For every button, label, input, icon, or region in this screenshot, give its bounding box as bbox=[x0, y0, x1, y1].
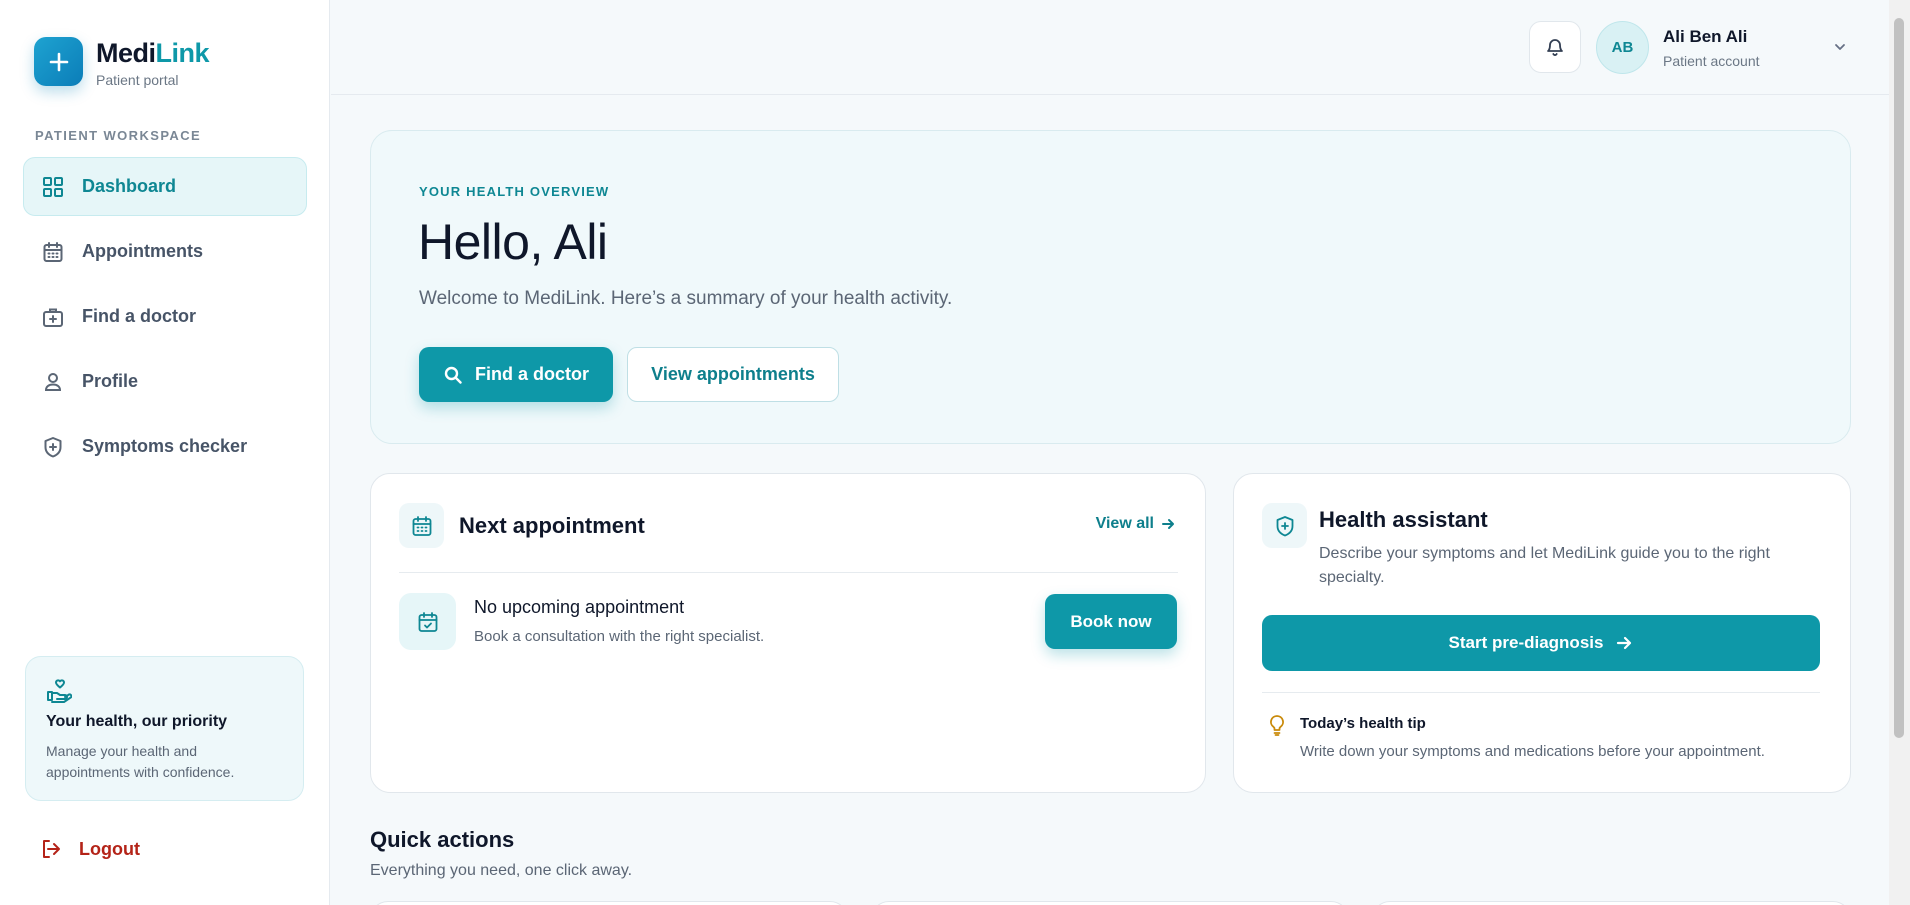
sidebar-item-label: Find a doctor bbox=[82, 306, 196, 326]
hero-eyebrow: YOUR HEALTH OVERVIEW bbox=[419, 184, 610, 199]
sidebar: MediLink Patient portal PATIENT WORKSPAC… bbox=[0, 0, 330, 905]
brand-name-part1: Medi bbox=[96, 38, 156, 68]
find-doctor-label: Find a doctor bbox=[475, 364, 589, 384]
book-now-button[interactable]: Book now bbox=[1045, 594, 1177, 649]
page-title: Hello, Ali bbox=[418, 214, 608, 270]
sidebar-item-label: Appointments bbox=[82, 241, 203, 261]
notifications-button[interactable] bbox=[1529, 21, 1581, 73]
arrow-right-icon bbox=[1617, 636, 1632, 650]
brand-name: MediLink bbox=[96, 38, 210, 68]
health-assistant-title: Health assistant bbox=[1319, 507, 1488, 532]
arrow-right-icon bbox=[1162, 519, 1174, 529]
brand-name-part2: Link bbox=[155, 38, 210, 68]
sidebar-item-label: Profile bbox=[82, 371, 139, 391]
health-assistant-card: Health assistant Describe your symptoms … bbox=[1233, 473, 1851, 793]
quick-action-card[interactable] bbox=[370, 901, 848, 905]
user-name: Ali Ben Ali bbox=[1663, 26, 1748, 46]
logout-label: Logout bbox=[79, 838, 140, 859]
search-icon bbox=[444, 366, 462, 384]
tip-text: Write down your symptoms and medications… bbox=[1300, 743, 1765, 760]
promo-text: Manage your health and appointments with… bbox=[46, 743, 235, 780]
avatar: AB bbox=[1596, 21, 1649, 74]
logout-icon bbox=[43, 840, 60, 858]
brand[interactable]: MediLink Patient portal bbox=[34, 37, 210, 88]
empty-state-text: Book a consultation with the right speci… bbox=[474, 628, 765, 645]
lightbulb-icon bbox=[1267, 714, 1287, 736]
chevron-down-icon[interactable] bbox=[1833, 40, 1847, 54]
view-all-link[interactable]: View all bbox=[1096, 515, 1176, 533]
brand-subtitle: Patient portal bbox=[96, 72, 179, 88]
divider bbox=[399, 572, 1178, 573]
next-appointment-title: Next appointment bbox=[459, 513, 645, 538]
sidebar-item-label: Dashboard bbox=[82, 176, 177, 196]
sidebar-item-profile[interactable]: Profile bbox=[23, 352, 307, 411]
tip-title: Today’s health tip bbox=[1300, 715, 1426, 732]
sidebar-nav: Dashboard Appointments Find a doctor Pro… bbox=[23, 157, 307, 482]
calendar-check-icon bbox=[399, 593, 456, 650]
medical-bag-icon bbox=[42, 306, 64, 328]
health-assistant-text: Describe your symptoms and let MediLink … bbox=[1319, 545, 1770, 586]
workspace-label: PATIENT WORKSPACE bbox=[35, 128, 202, 143]
hero-subtitle: Welcome to MediLink. Here’s a summary of… bbox=[419, 288, 953, 309]
sidebar-item-appointments[interactable]: Appointments bbox=[23, 222, 307, 281]
promo-title: Your health, our priority bbox=[46, 713, 228, 730]
next-appointment-card: Next appointment View all No upcoming ap… bbox=[370, 473, 1206, 793]
quick-action-card[interactable] bbox=[871, 901, 1349, 905]
calendar-icon bbox=[399, 503, 444, 548]
hero-card: YOUR HEALTH OVERVIEW Hello, Ali Welcome … bbox=[370, 130, 1851, 444]
user-role: Patient account bbox=[1663, 52, 1760, 69]
sidebar-item-symptoms-checker[interactable]: Symptoms checker bbox=[23, 417, 307, 476]
sidebar-item-label: Symptoms checker bbox=[82, 436, 248, 456]
divider bbox=[1262, 692, 1820, 693]
shield-plus-icon bbox=[1262, 503, 1307, 548]
quick-actions-title: Quick actions bbox=[370, 827, 515, 852]
heart-hand-icon bbox=[46, 677, 72, 703]
calendar-icon bbox=[42, 241, 64, 263]
sidebar-item-find-doctor[interactable]: Find a doctor bbox=[23, 287, 307, 346]
brand-text: MediLink Patient portal bbox=[96, 38, 210, 88]
promo-card: Your health, our priority Manage your he… bbox=[25, 656, 304, 801]
sidebar-item-dashboard[interactable]: Dashboard bbox=[23, 157, 307, 216]
grid-icon bbox=[42, 176, 64, 198]
start-prediagnosis-label: Start pre-diagnosis bbox=[1448, 633, 1604, 652]
user-icon bbox=[42, 371, 64, 393]
scrollbar[interactable] bbox=[1889, 0, 1910, 905]
user-menu[interactable]: AB Ali Ben Ali Patient account bbox=[1596, 21, 1760, 74]
plus-icon bbox=[34, 37, 83, 86]
scrollbar-thumb[interactable] bbox=[1894, 18, 1904, 738]
find-doctor-button[interactable]: Find a doctor bbox=[419, 347, 613, 402]
view-appointments-button[interactable]: View appointments bbox=[627, 347, 839, 402]
empty-state-title: No upcoming appointment bbox=[474, 597, 685, 617]
bell-icon bbox=[1547, 39, 1563, 56]
quick-action-card[interactable] bbox=[1372, 901, 1851, 905]
view-all-label: View all bbox=[1095, 515, 1154, 532]
user-info: Ali Ben Ali Patient account bbox=[1663, 27, 1760, 69]
shield-plus-icon bbox=[42, 436, 64, 458]
logout-button[interactable]: Logout bbox=[40, 838, 140, 860]
start-prediagnosis-button[interactable]: Start pre-diagnosis bbox=[1262, 615, 1820, 671]
quick-actions-subtitle: Everything you need, one click away. bbox=[370, 862, 633, 879]
